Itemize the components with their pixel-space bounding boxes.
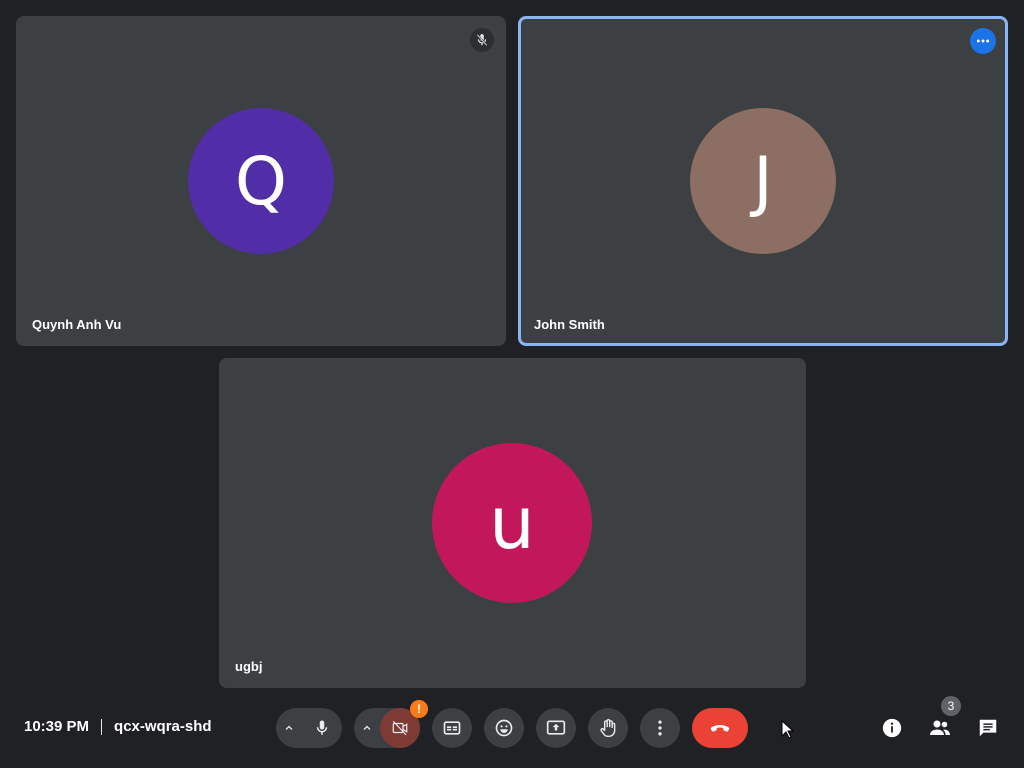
meeting-stage: Q Quynh Anh Vu J John Smith u ugbj 10:39… — [0, 0, 1024, 768]
participant-avatar: J — [690, 108, 836, 254]
current-time: 10:39 PM — [24, 718, 90, 735]
mic-icon — [316, 720, 328, 735]
chat-icon — [979, 719, 997, 737]
present-screen-icon — [546, 720, 566, 735]
camera-warning-badge: ! — [410, 700, 428, 718]
info-icon — [882, 718, 902, 738]
mic-button[interactable] — [302, 708, 342, 748]
mic-options-chevron-up-icon[interactable] — [276, 708, 302, 748]
microphone-control — [276, 708, 342, 748]
reactions-button[interactable] — [484, 708, 524, 748]
more-horiz-icon[interactable] — [970, 28, 996, 54]
mouse-cursor-icon — [781, 720, 795, 739]
meeting-code[interactable]: qcx-wqra-shd — [114, 718, 212, 735]
meeting-details-button[interactable] — [872, 708, 912, 748]
more-options-button[interactable] — [640, 708, 680, 748]
participant-tile-quynh[interactable]: Q Quynh Anh Vu — [16, 16, 506, 346]
captions-button[interactable] — [432, 708, 472, 748]
divider — [101, 718, 103, 735]
leave-call-button[interactable] — [692, 708, 748, 748]
people-icon — [930, 720, 950, 735]
participant-name: John Smith — [534, 317, 605, 332]
meeting-info: 10:39 PM qcx-wqra-shd — [24, 718, 212, 735]
participant-avatar: Q — [188, 108, 334, 254]
camera-button[interactable]: ! — [380, 700, 428, 748]
raise-hand-icon — [600, 719, 616, 738]
participant-tile-ugbj[interactable]: u ugbj — [219, 358, 806, 688]
closed-captions-icon — [443, 721, 461, 735]
chat-button[interactable] — [968, 708, 1008, 748]
raise-hand-button[interactable] — [588, 708, 628, 748]
bottom-toolbar: 10:39 PM qcx-wqra-shd ! 3 — [0, 696, 1024, 768]
present-screen-button[interactable] — [536, 708, 576, 748]
participant-tile-john[interactable]: J John Smith — [518, 16, 1008, 346]
participant-avatar: u — [432, 443, 592, 603]
emoji-icon — [495, 719, 513, 737]
participant-name: Quynh Anh Vu — [32, 317, 122, 332]
participant-count-badge: 3 — [941, 696, 961, 716]
camera-options-chevron-up-icon[interactable] — [354, 708, 380, 748]
camera-off-icon — [392, 720, 408, 736]
call-end-icon — [710, 725, 730, 732]
more-vert-icon — [658, 720, 662, 736]
mic-off-icon — [470, 28, 494, 52]
camera-control: ! — [354, 700, 428, 748]
participant-name: ugbj — [235, 659, 263, 674]
